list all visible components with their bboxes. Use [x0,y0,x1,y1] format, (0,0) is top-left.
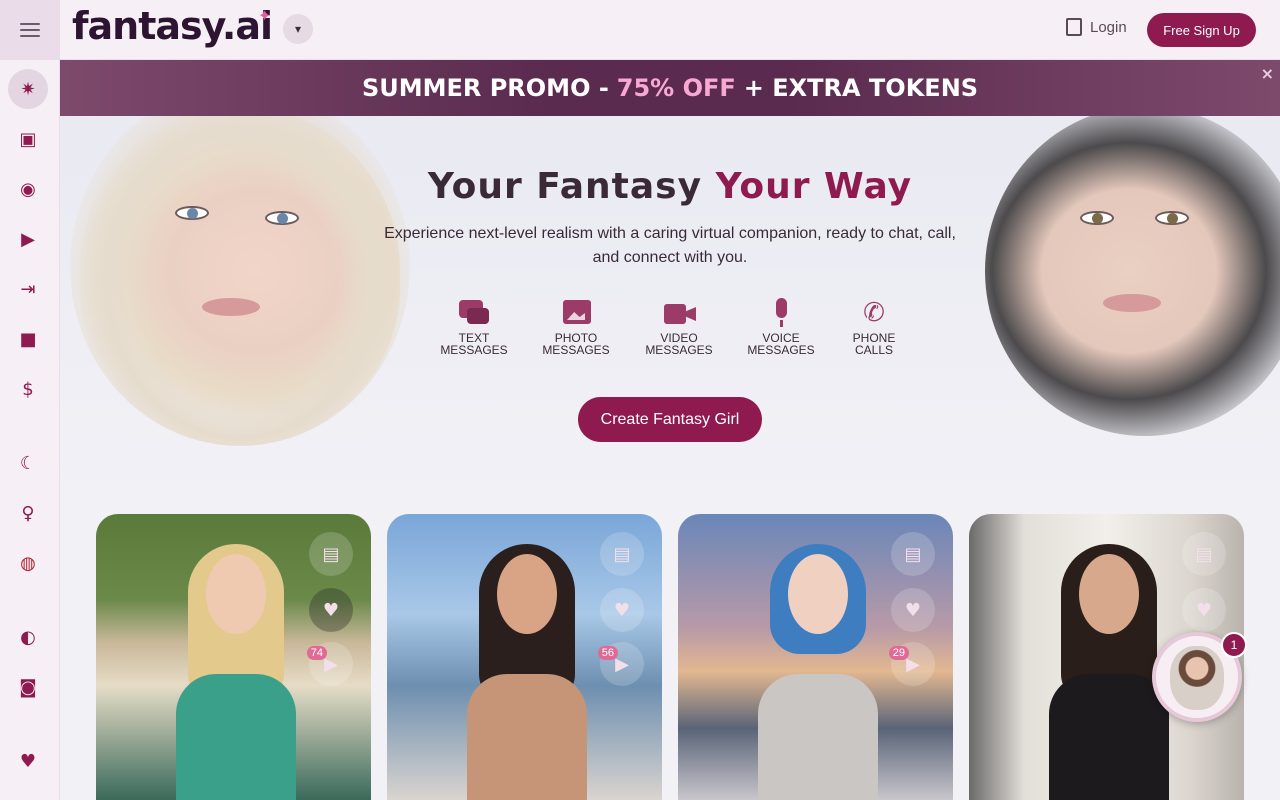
chat-avatar-image [1170,646,1224,710]
hero-title-part1: Your Fantasy [427,166,703,207]
chat-icon[interactable]: ▤ [600,532,644,576]
gift-icon: ■ [19,328,37,350]
create-fantasy-girl-button[interactable]: Create Fantasy Girl [578,397,762,442]
video-count-badge: 74 [306,646,327,660]
hero-title: Your Fantasy Your Way [60,166,1280,207]
hero-subtitle: Experience next-level realism with a car… [384,225,956,266]
promo-discount: 75% OFF [616,74,736,102]
sidebar-item-pricing[interactable]: $ [8,369,48,409]
hero-section: Your Fantasy Your Way Experience next-le… [60,116,1280,496]
login-link[interactable]: Login [1066,18,1127,36]
logo-dropdown-button[interactable]: ▾ [283,14,313,44]
promo-banner[interactable]: SUMMER PROMO - 75% OFF + EXTRA TOKENS × [60,60,1280,116]
promo-suffix: + EXTRA TOKENS [743,74,979,102]
hamburger-icon [20,23,40,37]
dollar-icon: $ [22,378,34,400]
sidebar-item-login[interactable]: ⇥ [8,269,48,309]
character-card[interactable]: ▤ ♥ ▶ 56 [387,514,662,800]
camera-icon: ◙ [19,676,37,698]
sidebar-item-ai[interactable]: ✷ [8,69,48,109]
sidebar-item-gallery[interactable]: ▣ [8,119,48,159]
feature-label-line2: MESSAGES [747,343,815,357]
feature-text-messages: TEXT MESSAGES [432,298,516,356]
feature-voice-messages: VOICE MESSAGES [739,298,823,356]
login-icon [1066,18,1082,36]
eye-image [175,206,209,220]
ai-sparkle-icon: ✷ [20,78,36,100]
feature-label-line2: MESSAGES [542,343,610,357]
globe-icon: ◐ [20,626,36,648]
sidebar-item-favorites[interactable]: ♥ [8,741,48,781]
chat-icon[interactable]: ▤ [1182,532,1226,576]
sidebar-item-dark-mode[interactable]: ☾ [8,443,48,483]
feature-label-line2: MESSAGES [645,343,713,357]
character-card[interactable]: ▤ ♥ ▶ 29 [678,514,953,800]
hero-left-model-image [70,116,410,446]
hero-right-model-image [985,116,1280,436]
character-figure-image [457,544,597,800]
heart-icon[interactable]: ♥ [600,588,644,632]
character-figure-image [748,544,888,800]
heart-icon[interactable]: ♥ [1182,588,1226,632]
gallery-icon: ▣ [19,128,37,150]
sidebar-item-globe[interactable]: ◐ [8,617,48,657]
login-label: Login [1090,18,1127,36]
sidebar-item-gender[interactable]: ♀ [8,493,48,533]
login-icon: ⇥ [20,278,36,300]
photo-icon [561,298,591,328]
hamburger-menu-button[interactable] [0,0,60,60]
free-signup-button[interactable]: Free Sign Up [1147,13,1256,47]
feature-photo-messages: PHOTO MESSAGES [534,298,618,356]
phone-icon: ✆ [863,298,885,328]
compass-icon: ◉ [20,178,36,200]
chat-icon[interactable]: ▤ [891,532,935,576]
feature-phone-calls: ✆ PHONE CALLS [832,298,916,356]
video-count-badge: 29 [888,646,909,660]
heart-icon: ♥ [19,750,37,772]
us-flag-icon: ◍ [20,552,36,574]
sidebar-item-videos[interactable]: ▶ [8,219,48,259]
logo[interactable]: fantasy.ai [72,4,273,48]
logo-sparkle-icon: ✦ [258,6,272,25]
sidebar-item-gifts[interactable]: ■ [8,319,48,359]
sidebar: ✷ ▣ ◉ ▶ ⇥ ■ $ ☾ ♀ ◍ ◐ ◙ ♥ [0,60,60,800]
eye-image [1080,211,1114,225]
character-figure-image [166,544,306,800]
moon-icon: ☾ [19,452,37,474]
play-icon: ▶ [21,228,35,250]
heart-icon[interactable]: ♥ [309,588,353,632]
chevron-down-icon: ▾ [294,22,302,36]
eye-image [265,211,299,225]
hero-title-part2: Your Way [715,166,913,207]
chat-icon [459,298,489,328]
feature-label-line2: MESSAGES [440,343,508,357]
microphone-icon [766,298,796,328]
close-icon[interactable]: × [1261,64,1274,83]
sidebar-item-explore[interactable]: ◉ [8,169,48,209]
unread-count-badge: 1 [1221,632,1247,658]
chat-icon[interactable]: ▤ [309,532,353,576]
promo-prefix: SUMMER PROMO - [361,74,609,102]
eye-image [1155,211,1189,225]
character-card[interactable]: ▤ ♥ ▶ 74 [96,514,371,800]
video-count-badge: 56 [597,646,618,660]
video-icon [664,298,696,328]
gender-icon: ♀ [21,502,35,524]
top-header: fantasy.ai ✦ ▾ Login Free Sign Up [0,0,1280,60]
feature-list: TEXT MESSAGES PHOTO MESSAGES VIDEO MESSA… [432,298,912,368]
sidebar-item-camera[interactable]: ◙ [8,667,48,707]
feature-video-messages: VIDEO MESSAGES [637,298,721,356]
lips-image [1103,294,1161,312]
sidebar-item-language[interactable]: ◍ [8,543,48,583]
heart-icon[interactable]: ♥ [891,588,935,632]
lips-image [202,298,260,316]
feature-label-line2: CALLS [854,343,894,357]
